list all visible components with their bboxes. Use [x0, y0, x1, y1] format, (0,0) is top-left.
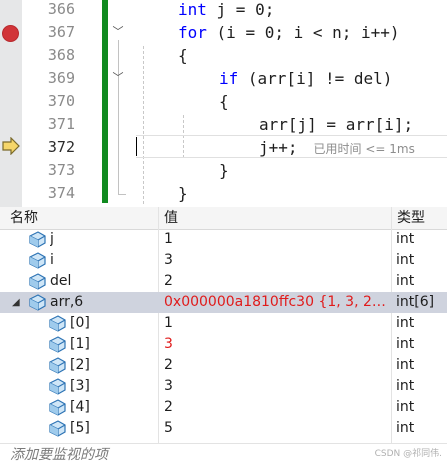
code-text: { — [178, 46, 188, 65]
watch-value[interactable]: 2 — [164, 271, 390, 292]
watch-row[interactable]: i 3 int — [0, 250, 447, 271]
code-line: 366 int j = 0; — [0, 0, 447, 21]
watch-name[interactable]: i — [50, 250, 54, 271]
line-number: 366 — [47, 0, 75, 18]
collapse-arrow-icon[interactable]: ◢ — [12, 292, 20, 313]
watch-value[interactable]: 0x000000a1810ffc30 {1, 3, 2, 3, 2, 5} — [164, 292, 390, 313]
variable-icon — [48, 336, 66, 353]
code-text: for (i = 0; i < n; i++) — [178, 23, 400, 42]
watch-value[interactable]: 3 — [164, 334, 390, 355]
watch-row-element[interactable]: [5] 5 int — [0, 418, 447, 439]
keyword-for: for — [178, 23, 207, 42]
line-number: 371 — [47, 115, 75, 133]
code-text: j++; 已用时间 <= 1ms — [259, 136, 415, 161]
watch-value[interactable]: 3 — [164, 250, 390, 271]
watch-name[interactable]: [4] — [70, 397, 90, 418]
watch-type: int[6] — [396, 294, 435, 310]
watch-value[interactable]: 2 — [164, 397, 390, 418]
perf-tip[interactable]: 已用时间 <= 1ms — [314, 142, 415, 156]
watch-name[interactable]: j — [50, 229, 54, 250]
watch-type: int — [396, 336, 415, 352]
watch-name[interactable]: [3] — [70, 376, 90, 397]
line-number: 372 — [47, 138, 75, 156]
watch-type: int — [396, 252, 415, 268]
watch-row-element[interactable]: [2] 2 int — [0, 355, 447, 376]
watch-window: 名称 值 类型 j 1 int i 3 int del 2 int ◢ arr,6 0x000000a… — [0, 207, 447, 465]
variable-icon — [48, 399, 66, 416]
line-number: 367 — [47, 23, 75, 41]
watch-row[interactable]: ◢ arr,6 0x000000a1810ffc30 {1, 3, 2, 3, 2,… — [0, 292, 447, 313]
code-line: 374 } — [0, 182, 447, 205]
variable-icon — [28, 294, 46, 311]
code-text: int j = 0; — [178, 0, 275, 19]
watch-type: int — [396, 231, 415, 247]
watch-row-element[interactable]: [4] 2 int — [0, 397, 447, 418]
watch-row[interactable]: j 1 int — [0, 229, 447, 250]
watch-row-element[interactable]: [1] 3 int — [0, 334, 447, 355]
code-line-current: 372 j++; 已用时间 <= 1ms — [0, 136, 447, 159]
watch-row-element[interactable]: [3] 3 int — [0, 376, 447, 397]
keyword-int: int — [178, 0, 207, 19]
watch-type: int — [396, 399, 415, 415]
watch-value[interactable]: 5 — [164, 418, 390, 439]
watch-value[interactable]: 1 — [164, 229, 390, 250]
watch-type: int — [396, 378, 415, 394]
watch-value[interactable]: 2 — [164, 355, 390, 376]
column-header-value[interactable]: 值 — [164, 207, 178, 229]
code-line: 373 } — [0, 159, 447, 182]
code-text-j-increment: j++; — [259, 138, 298, 157]
line-number: 370 — [47, 92, 75, 110]
code-text: } — [219, 161, 229, 180]
line-number: 368 — [47, 46, 75, 64]
fold-toggle-icon[interactable]: ﹀ — [111, 24, 125, 40]
fold-toggle-icon[interactable]: ﹀ — [111, 70, 125, 86]
watch-name[interactable]: arr,6 — [50, 292, 83, 313]
watch-row[interactable]: del 2 int — [0, 271, 447, 292]
watch-type: int — [396, 273, 415, 289]
variable-icon — [28, 273, 46, 290]
code-line: 370 { — [0, 90, 447, 113]
code-line: 371 arr[j] = arr[i]; — [0, 113, 447, 136]
watch-header: 名称 值 类型 — [0, 207, 447, 230]
watch-value[interactable]: 3 — [164, 376, 390, 397]
watch-name[interactable]: [1] — [70, 334, 90, 355]
variable-icon — [48, 378, 66, 395]
code-line: 367 ﹀ for (i = 0; i < n; i++) — [0, 21, 447, 44]
line-number: 369 — [47, 69, 75, 87]
watch-row-element[interactable]: [0] 1 int — [0, 313, 447, 334]
code-text: { — [219, 92, 229, 111]
column-header-name[interactable]: 名称 — [10, 207, 38, 229]
code-text: if (arr[i] != del) — [219, 69, 393, 88]
variable-icon — [48, 357, 66, 374]
watch-name[interactable]: [2] — [70, 355, 90, 376]
line-number: 374 — [47, 184, 75, 202]
watch-name[interactable]: del — [50, 271, 71, 292]
watch-value[interactable]: 1 — [164, 313, 390, 334]
watch-type: int — [396, 315, 415, 331]
code-text: arr[j] = arr[i]; — [259, 115, 414, 134]
add-watch-placeholder[interactable]: 添加要监视的项 — [10, 444, 108, 466]
watch-type: int — [396, 357, 415, 373]
code-text: } — [178, 184, 188, 203]
keyword-if: if — [219, 69, 239, 88]
variable-icon — [28, 252, 46, 269]
variable-icon — [28, 231, 46, 248]
variable-icon — [48, 315, 66, 332]
code-line: 369 ﹀ if (arr[i] != del) — [0, 67, 447, 90]
column-header-type[interactable]: 类型 — [397, 207, 425, 229]
code-line: 368 { — [0, 44, 447, 67]
watch-name[interactable]: [5] — [70, 418, 90, 439]
watch-name[interactable]: [0] — [70, 313, 90, 334]
code-editor[interactable]: 366 int j = 0; 367 ﹀ for (i = 0; i < n; … — [0, 0, 447, 207]
watch-type: int — [396, 420, 415, 436]
watermark: CSDN @祁同伟. — [374, 449, 442, 459]
variable-icon — [48, 420, 66, 437]
line-number: 373 — [47, 161, 75, 179]
